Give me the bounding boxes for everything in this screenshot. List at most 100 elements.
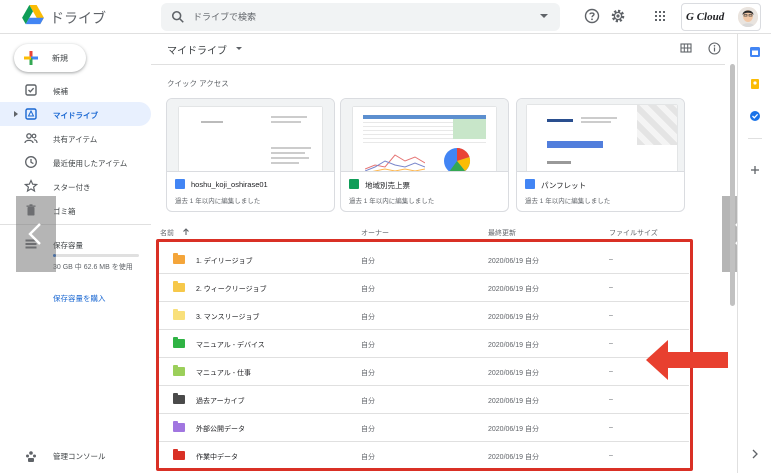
table-row[interactable]: 3. マンスリージョブ 自分 2020/06/19 自分 – xyxy=(159,302,689,330)
file-size: – xyxy=(609,424,613,431)
check-box-icon xyxy=(25,84,37,96)
folder-icon xyxy=(173,253,185,264)
sidebar-item-shared[interactable]: 共有アイテム xyxy=(0,126,151,150)
file-owner: 自分 xyxy=(361,342,375,349)
quick-access-card[interactable]: 地域別売上票 過去 1 年以内に編集しました xyxy=(340,98,509,212)
table-row[interactable]: 過去アーカイブ 自分 2020/06/19 自分 – xyxy=(159,386,689,414)
file-modified: 2020/06/19 自分 xyxy=(488,286,539,293)
quick-access-file-name: hoshu_koji_oshirase01 xyxy=(191,180,268,189)
rail-divider xyxy=(748,138,762,139)
folder-icon xyxy=(173,393,185,404)
settings-gear-icon[interactable] xyxy=(610,8,626,24)
avatar[interactable] xyxy=(738,7,758,27)
file-name: 作業中データ xyxy=(196,454,238,461)
account-switcher[interactable]: G Cloud xyxy=(681,3,761,31)
sidebar-item-label: 最近使用したアイテム xyxy=(53,159,128,168)
file-size: – xyxy=(609,256,613,263)
quick-access-label: クイック アクセス xyxy=(167,79,229,88)
drive-logo-icon[interactable] xyxy=(22,5,44,25)
spreadsheet-preview xyxy=(353,107,496,171)
column-header-name[interactable]: 名前 xyxy=(160,228,190,238)
keep-icon[interactable] xyxy=(749,78,761,90)
tasks-icon[interactable] xyxy=(749,110,761,122)
previous-slide-button[interactable] xyxy=(16,196,56,272)
quick-access-card[interactable]: パンフレット 過去 1 年以内に編集しました xyxy=(516,98,685,212)
apps-grid-icon[interactable] xyxy=(652,8,668,24)
title-chevron-down-icon[interactable] xyxy=(236,47,242,50)
file-size: – xyxy=(609,340,613,347)
chevron-right-icon[interactable] xyxy=(749,448,761,460)
sidebar-item-recent[interactable]: 最近使用したアイテム xyxy=(0,150,151,174)
brand-badge: G Cloud xyxy=(686,11,725,23)
side-panel xyxy=(737,34,771,473)
grid-view-icon[interactable] xyxy=(680,42,692,54)
add-icon[interactable] xyxy=(749,164,761,176)
people-icon xyxy=(24,133,38,144)
document-preview xyxy=(179,107,322,171)
my-drive-icon xyxy=(25,108,37,120)
line-chart-preview xyxy=(365,154,425,171)
sidebar-item-admin-console[interactable]: 管理コンソール xyxy=(0,447,151,465)
table-row[interactable]: 外部公開データ 自分 2020/06/19 自分 – xyxy=(159,414,689,442)
admin-console-icon xyxy=(26,451,36,462)
search-icon[interactable] xyxy=(171,10,185,24)
buy-storage-link[interactable]: 保存容量を購入 xyxy=(53,293,106,304)
file-owner: 自分 xyxy=(361,454,375,461)
sidebar-item-suggested[interactable]: 候補 xyxy=(0,78,151,102)
main-divider xyxy=(151,64,725,65)
file-name: マニュアル - 仕事 xyxy=(196,370,252,377)
pointer-arrow-icon xyxy=(646,340,728,380)
sort-arrow-up-icon[interactable] xyxy=(182,228,190,236)
file-modified: 2020/06/19 自分 xyxy=(488,370,539,377)
file-size: – xyxy=(609,368,613,375)
file-name: 過去アーカイブ xyxy=(196,398,245,405)
folder-icon xyxy=(173,337,185,348)
file-owner: 自分 xyxy=(361,398,375,405)
sidebar-item-label: 候補 xyxy=(53,87,68,96)
search-input[interactable] xyxy=(193,9,513,25)
folder-icon xyxy=(173,449,185,460)
table-row[interactable]: 2. ウィークリージョブ 自分 2020/06/19 自分 – xyxy=(159,274,689,302)
expand-arrow-icon[interactable] xyxy=(14,111,18,117)
sidebar-item-label: 保存容量 xyxy=(53,241,83,250)
column-header-size[interactable]: ファイルサイズ xyxy=(609,228,658,238)
file-owner: 自分 xyxy=(361,258,375,265)
column-header-label: 名前 xyxy=(160,230,174,237)
search-options-chevron-icon[interactable] xyxy=(540,14,548,18)
quick-access-file-name: 地域別売上票 xyxy=(365,181,410,190)
sidebar-item-label: ゴミ箱 xyxy=(53,207,76,216)
file-name: マニュアル - デバイス xyxy=(196,342,265,349)
file-thumbnail xyxy=(167,99,334,172)
file-size: – xyxy=(609,284,613,291)
table-row[interactable]: 1. デイリージョブ 自分 2020/06/19 自分 – xyxy=(159,246,689,274)
app-name[interactable]: ドライブ xyxy=(50,8,106,28)
scrollbar-thumb[interactable] xyxy=(730,64,735,306)
column-header-owner[interactable]: オーナー xyxy=(361,228,389,238)
file-modified: 2020/06/19 自分 xyxy=(488,314,539,321)
table-row[interactable]: 作業中データ 自分 2020/06/19 自分 – xyxy=(159,442,689,470)
help-icon[interactable] xyxy=(584,8,600,24)
google-sheets-icon xyxy=(349,179,359,189)
calendar-icon[interactable] xyxy=(749,46,761,58)
file-name: 2. ウィークリージョブ xyxy=(196,286,267,293)
clock-icon xyxy=(25,156,37,168)
table-row[interactable]: マニュアル - 仕事 自分 2020/06/19 自分 – xyxy=(159,358,689,386)
quick-access-file-name: パンフレット xyxy=(541,181,587,190)
google-docs-icon xyxy=(525,179,535,189)
quick-access-card[interactable]: hoshu_koji_oshirase01 過去 1 年以内に編集しました xyxy=(166,98,335,212)
file-owner: 自分 xyxy=(361,370,375,377)
search-bar[interactable] xyxy=(161,3,560,31)
storage-meter xyxy=(53,254,139,257)
top-bar: ドライブ G Cloud xyxy=(0,0,771,34)
sidebar-item-starred[interactable]: スター付き xyxy=(0,174,151,198)
table-row[interactable]: マニュアル - デバイス 自分 2020/06/19 自分 – xyxy=(159,330,689,358)
page-title[interactable]: マイドライブ xyxy=(167,42,227,57)
new-button[interactable]: 新規 xyxy=(14,44,86,72)
file-name: 外部公開データ xyxy=(196,426,245,433)
file-name: 1. デイリージョブ xyxy=(196,258,253,265)
column-header-modified[interactable]: 最終更新 xyxy=(488,228,516,238)
info-icon[interactable] xyxy=(708,42,721,55)
sidebar-item-my-drive[interactable]: マイドライブ xyxy=(0,102,151,126)
quick-access-subtitle: 過去 1 年以内に編集しました xyxy=(175,198,261,205)
file-owner: 自分 xyxy=(361,286,375,293)
